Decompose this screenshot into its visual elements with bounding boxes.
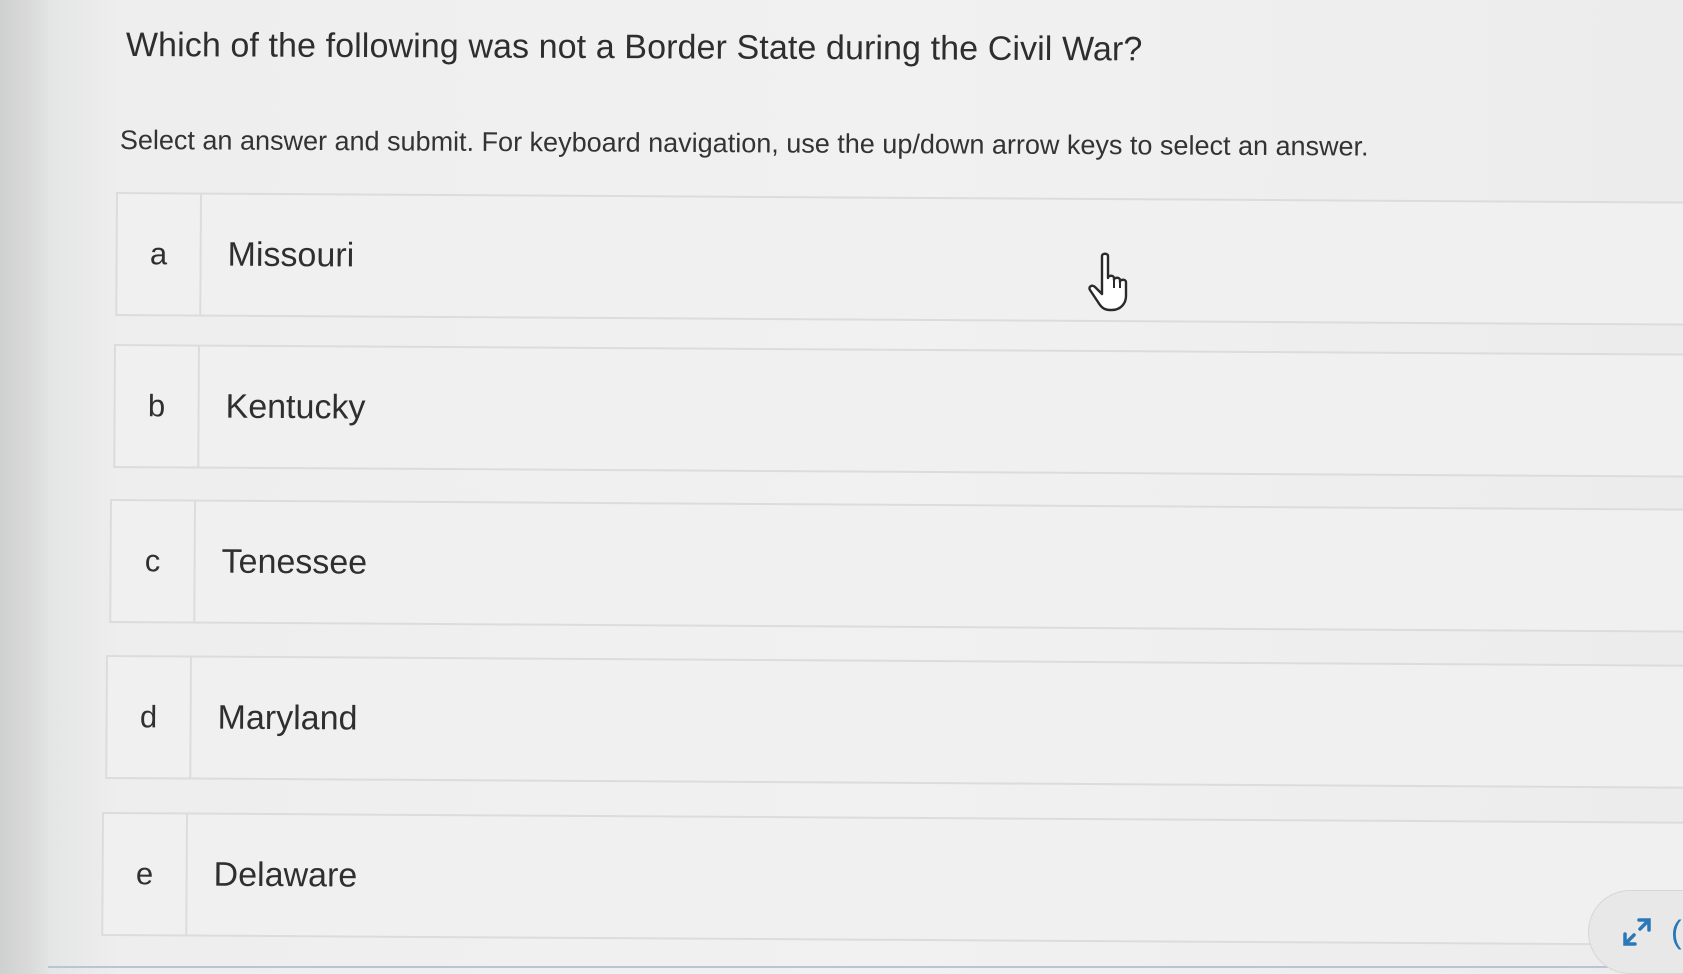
- answer-option-label: Tenessee: [221, 542, 368, 582]
- answer-option-letter: b: [115, 346, 200, 467]
- question-page: Which of the following was not a Border …: [48, 0, 1683, 974]
- hand-pointer-icon: [1088, 252, 1128, 312]
- answer-option-label: Maryland: [217, 698, 358, 738]
- answer-option-e[interactable]: e Delaware: [101, 812, 1683, 946]
- answer-option-label: Missouri: [227, 235, 355, 274]
- expand-button[interactable]: (: [1588, 890, 1683, 974]
- answer-option-letter: a: [117, 194, 202, 315]
- answer-option-a[interactable]: a Missouri: [115, 192, 1683, 326]
- page-left-edge: [0, 0, 48, 974]
- expand-arrows-icon: [1623, 918, 1651, 946]
- bottom-divider: [48, 966, 1683, 968]
- answer-option-letter: e: [103, 814, 188, 935]
- answer-option-c[interactable]: c Tenessee: [109, 499, 1683, 633]
- answer-option-letter: d: [107, 657, 192, 778]
- answer-option-label: Kentucky: [225, 387, 366, 427]
- answer-option-b[interactable]: b Kentucky: [113, 344, 1683, 478]
- answer-option-label: Delaware: [213, 855, 358, 895]
- answer-option-d[interactable]: d Maryland: [105, 655, 1683, 789]
- answer-options: a Missouri b Kentucky c Tenessee d Maryl…: [48, 0, 1683, 974]
- corner-glyph: (: [1671, 913, 1682, 950]
- answer-option-letter: c: [111, 501, 196, 622]
